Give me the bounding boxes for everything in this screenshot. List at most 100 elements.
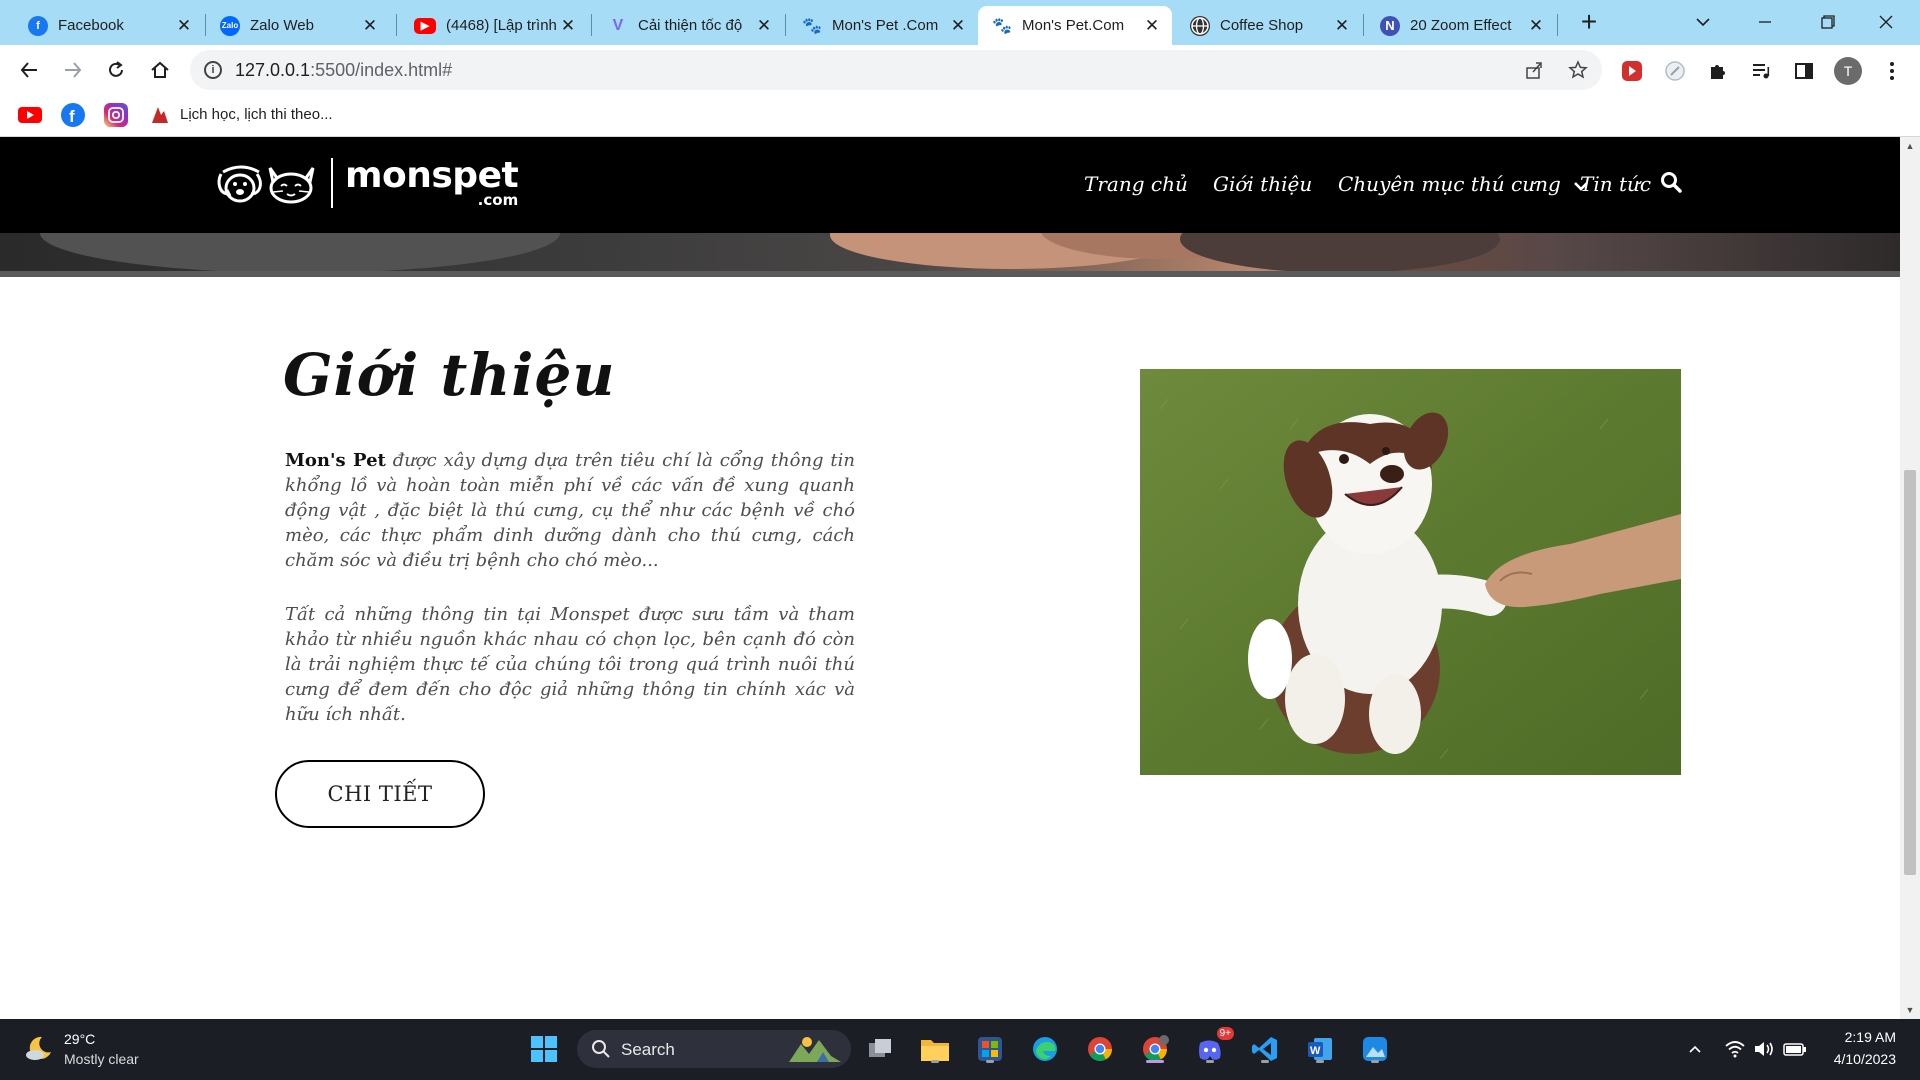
minimize-button[interactable] xyxy=(1745,6,1785,38)
word-icon[interactable]: W xyxy=(1304,1033,1336,1065)
kebab-menu-icon[interactable] xyxy=(1879,58,1905,84)
nav-pet-categories-label: Chuyên mục thú cưng xyxy=(1338,172,1561,196)
nav-about[interactable]: Giới thiệu xyxy=(1213,172,1312,196)
close-icon[interactable]: ✕ xyxy=(558,16,578,36)
youtube-icon: ▶ xyxy=(414,17,436,34)
site-logo[interactable]: monspet .com xyxy=(215,157,519,209)
close-window-button[interactable] xyxy=(1866,6,1906,38)
tab-facebook[interactable]: f Facebook ✕ xyxy=(14,6,204,45)
app-indicator xyxy=(1261,1060,1269,1063)
search-icon[interactable] xyxy=(1659,170,1683,194)
tab-title: Mon's Pet .Com xyxy=(832,17,939,34)
search-highlight-icon xyxy=(789,1037,841,1062)
file-explorer-icon[interactable] xyxy=(919,1033,951,1065)
edge-icon[interactable] xyxy=(1029,1033,1061,1065)
restore-button[interactable] xyxy=(1808,6,1848,38)
side-panel-icon[interactable] xyxy=(1791,58,1817,84)
forward-button[interactable] xyxy=(58,55,88,85)
tab-monspet-active[interactable]: 🐾 Mon's Pet.Com ✕ xyxy=(978,6,1172,45)
bookmark-label[interactable]: Lịch học, lịch thi theo... xyxy=(180,106,333,123)
home-button[interactable] xyxy=(145,55,175,85)
tab-youtube[interactable]: ▶ (4468) [Lập trình ✕ xyxy=(400,6,588,45)
close-icon[interactable]: ✕ xyxy=(1332,16,1352,36)
tab-monspet-1[interactable]: 🐾 Mon's Pet .Com ✕ xyxy=(788,6,978,45)
intro-paragraph-1: Mon's Pet được xây dựng dựa trên tiêu ch… xyxy=(285,448,855,573)
close-icon[interactable]: ✕ xyxy=(1142,16,1162,36)
close-icon[interactable]: ✕ xyxy=(360,16,380,36)
vscode-icon[interactable] xyxy=(1249,1033,1281,1065)
hero-banner-image xyxy=(0,233,1900,277)
share-icon[interactable] xyxy=(1522,58,1546,82)
extension-compass-icon[interactable] xyxy=(1662,58,1688,84)
detail-button[interactable]: CHI TIẾT xyxy=(275,760,485,828)
store-app-icon[interactable] xyxy=(974,1033,1006,1065)
clock-time[interactable]: 2:19 AM xyxy=(1845,1029,1896,1045)
facebook-bookmark-icon[interactable]: f xyxy=(61,103,85,127)
app-indicator xyxy=(986,1060,994,1063)
url-host: 127.0.0.1 xyxy=(235,60,311,80)
chrome-profile-icon[interactable] xyxy=(1139,1033,1171,1065)
paw-icon: 🐾 xyxy=(992,17,1012,35)
weather-temperature[interactable]: 29°C xyxy=(64,1031,95,1047)
nav-home[interactable]: Trang chủ xyxy=(1084,172,1188,196)
svg-text:f: f xyxy=(69,107,75,126)
address-bar[interactable]: i 127.0.0.1:5500/index.html# xyxy=(190,50,1602,90)
show-hidden-icons-chevron-icon[interactable] xyxy=(1683,1037,1707,1061)
new-tab-button[interactable]: + xyxy=(1574,8,1604,38)
battery-icon[interactable] xyxy=(1783,1037,1807,1061)
extensions-puzzle-icon[interactable] xyxy=(1705,58,1731,84)
nav-news[interactable]: Tin tức xyxy=(1580,172,1651,196)
tab-coffee-shop[interactable]: Coffee Shop ✕ xyxy=(1176,6,1362,45)
notification-badge: 9+ xyxy=(1216,1027,1234,1040)
site-info-icon[interactable]: i xyxy=(204,61,222,79)
windows-start-icon[interactable] xyxy=(528,1033,560,1065)
reload-button[interactable] xyxy=(101,55,131,85)
tab-speed[interactable]: V Cải thiện tốc độ ✕ xyxy=(594,6,784,45)
tab-zoom-effect[interactable]: N 20 Zoom Effect ✕ xyxy=(1366,6,1556,45)
clock-date[interactable]: 4/10/2023 xyxy=(1834,1051,1896,1067)
tab-separator xyxy=(1557,14,1558,36)
nav-pet-categories[interactable]: Chuyên mục thú cưng xyxy=(1338,172,1589,196)
tab-zalo[interactable]: Zalo Zalo Web ✕ xyxy=(206,6,390,45)
zalo-icon: Zalo xyxy=(220,15,240,36)
wifi-icon[interactable] xyxy=(1723,1037,1747,1061)
weather-moon-icon[interactable] xyxy=(24,1033,54,1063)
back-button[interactable] xyxy=(14,55,44,85)
task-view-icon[interactable] xyxy=(864,1033,896,1065)
volume-icon[interactable] xyxy=(1752,1037,1776,1061)
url-text[interactable]: 127.0.0.1:5500/index.html# xyxy=(235,60,452,81)
media-control-icon[interactable] xyxy=(1748,58,1774,84)
tab-search-chevron-icon[interactable] xyxy=(1683,6,1723,38)
facebook-icon: f xyxy=(28,15,48,36)
instagram-bookmark-icon[interactable] xyxy=(104,103,128,127)
scroll-down-icon[interactable]: ▼ xyxy=(1905,1005,1915,1015)
close-icon[interactable]: ✕ xyxy=(174,16,194,36)
close-icon[interactable]: ✕ xyxy=(1526,16,1546,36)
bookmarks-bar: f Lịch học, lịch thi theo... xyxy=(0,95,1920,137)
close-icon[interactable]: ✕ xyxy=(948,16,968,36)
app-indicator xyxy=(931,1060,939,1063)
discord-icon[interactable]: 9+ xyxy=(1194,1027,1234,1065)
extension-red-icon[interactable] xyxy=(1619,58,1645,84)
school-bookmark-icon[interactable] xyxy=(148,103,172,127)
chrome-icon[interactable] xyxy=(1084,1033,1116,1065)
windows-taskbar: 29°C Mostly clear Search 9+ W 2:19 AM 4/… xyxy=(0,1019,1920,1080)
weather-description[interactable]: Mostly clear xyxy=(64,1051,139,1067)
page-scrollbar[interactable]: ▲ ▼ xyxy=(1900,137,1920,1019)
photos-app-icon[interactable] xyxy=(1359,1033,1391,1065)
bookmark-star-icon[interactable] xyxy=(1566,58,1590,82)
profile-avatar[interactable]: T xyxy=(1834,57,1862,85)
scroll-up-icon[interactable]: ▲ xyxy=(1905,141,1915,151)
tab-strip: f Facebook ✕ Zalo Zalo Web ✕ ▶ (4468) [L… xyxy=(0,0,1920,45)
scrollbar-thumb[interactable] xyxy=(1904,470,1916,875)
paw-icon: 🐾 xyxy=(802,17,822,35)
close-icon[interactable]: ✕ xyxy=(754,16,774,36)
logo-divider xyxy=(331,158,333,208)
taskbar-search-label: Search xyxy=(621,1040,675,1059)
tab-separator xyxy=(1363,14,1364,36)
tab-separator xyxy=(785,14,786,36)
taskbar-search[interactable]: Search xyxy=(577,1030,851,1068)
youtube-bookmark-icon[interactable] xyxy=(18,107,42,123)
tab-separator xyxy=(396,14,397,36)
n-icon: N xyxy=(1380,15,1400,36)
